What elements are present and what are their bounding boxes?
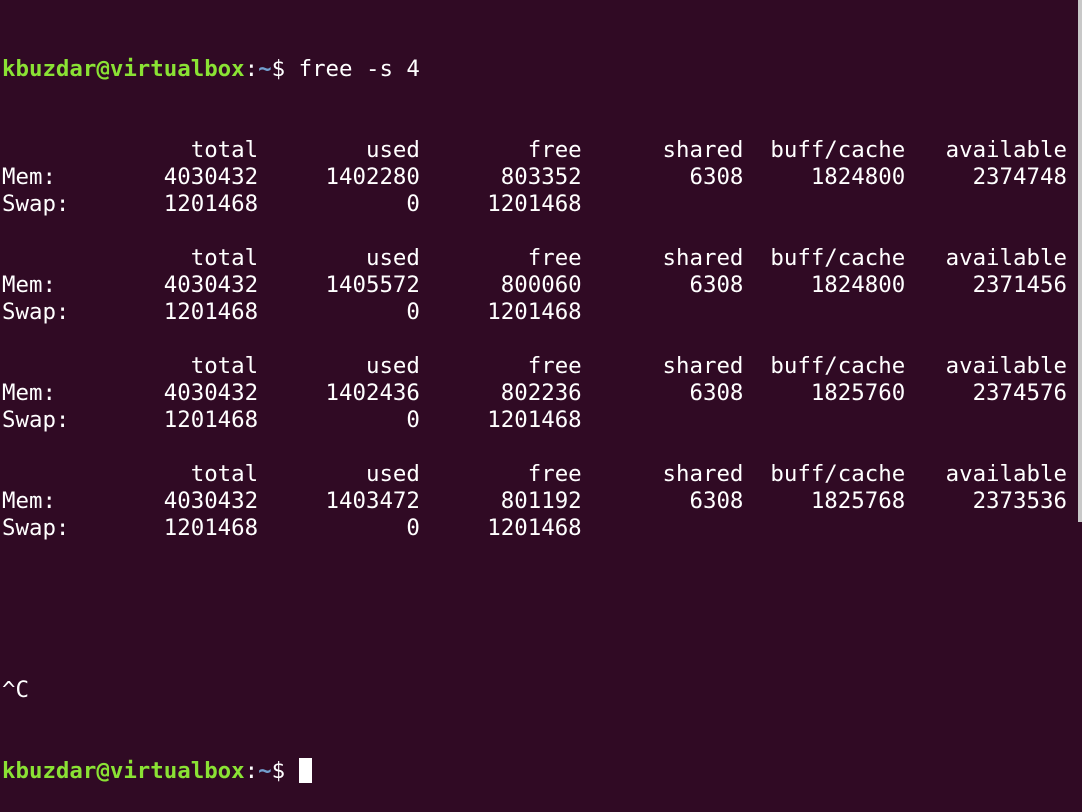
prompt-colon: : [244, 758, 259, 784]
window-edge [1078, 0, 1082, 522]
prompt-colon: : [244, 56, 259, 82]
prompt-path: ~ [258, 758, 272, 784]
free-header-row: total used free shared buff/cache availa… [2, 461, 1067, 487]
prompt-symbol: $ [271, 56, 299, 82]
command-text: free -s 4 [298, 56, 420, 82]
free-mem-row: Mem: 4030432 1402436 802236 6308 1825760… [2, 380, 1067, 406]
command-line: kbuzdar@virtualbox:~$ free -s 4 [2, 56, 1067, 83]
prompt-symbol: $ [271, 758, 299, 784]
prompt-user-host: kbuzdar@virtualbox [2, 56, 245, 82]
free-mem-row: Mem: 4030432 1402280 803352 6308 1824800… [2, 164, 1067, 190]
prompt-user-host: kbuzdar@virtualbox [2, 758, 245, 784]
text-cursor [298, 758, 312, 783]
prompt-path: ~ [258, 56, 272, 82]
free-output-blocks: total used free shared buff/cache availa… [2, 137, 1067, 542]
terminal-output[interactable]: kbuzdar@virtualbox:~$ free -s 4 total us… [2, 2, 1067, 812]
free-swap-row: Swap: 1201468 0 1201468 [2, 515, 582, 541]
free-header-row: total used free shared buff/cache availa… [2, 245, 1067, 271]
free-mem-row: Mem: 4030432 1405572 800060 6308 1824800… [2, 272, 1067, 298]
interrupt-line: ^C [2, 677, 29, 703]
free-swap-row: Swap: 1201468 0 1201468 [2, 299, 582, 325]
free-header-row: total used free shared buff/cache availa… [2, 137, 1067, 163]
active-prompt-line[interactable]: kbuzdar@virtualbox:~$ [2, 758, 1067, 785]
free-mem-row: Mem: 4030432 1403472 801192 6308 1825768… [2, 488, 1067, 514]
free-swap-row: Swap: 1201468 0 1201468 [2, 191, 582, 217]
free-swap-row: Swap: 1201468 0 1201468 [2, 407, 582, 433]
free-header-row: total used free shared buff/cache availa… [2, 353, 1067, 379]
